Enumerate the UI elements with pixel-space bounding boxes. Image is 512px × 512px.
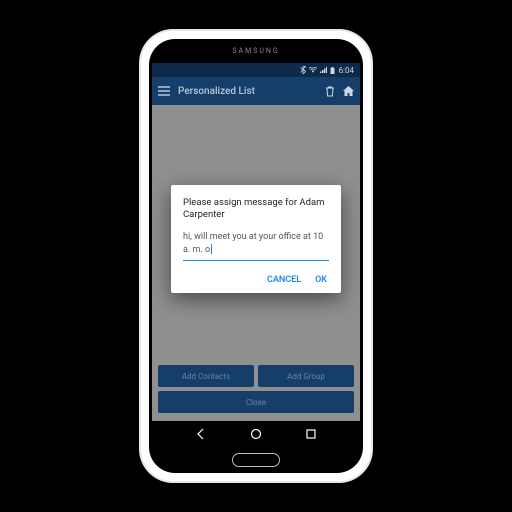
phone-brand: SAMSUNG: [149, 39, 363, 63]
ok-button[interactable]: OK: [315, 275, 327, 285]
screen: 6:04 Personalized List Add Contacts Add …: [152, 63, 360, 447]
message-input[interactable]: hi, will meet you at your office at 10 a…: [183, 231, 329, 257]
phone-frame: SAMSUNG 6:04 Personalized List A: [141, 31, 371, 481]
assign-message-dialog: Please assign message for Adam Carpenter…: [171, 185, 341, 293]
text-cursor: [211, 244, 212, 254]
phone-bezel: SAMSUNG 6:04 Personalized List A: [149, 39, 363, 473]
dialog-backdrop: Please assign message for Adam Carpenter…: [152, 63, 360, 447]
message-input-value: hi, will meet you at your office at 10 a…: [183, 232, 323, 254]
dialog-title: Please assign message for Adam Carpenter: [183, 197, 329, 222]
input-underline: [183, 260, 329, 262]
hardware-home-button[interactable]: [232, 453, 280, 467]
dialog-actions: CANCEL OK: [183, 271, 329, 287]
cancel-button[interactable]: CANCEL: [267, 275, 301, 285]
